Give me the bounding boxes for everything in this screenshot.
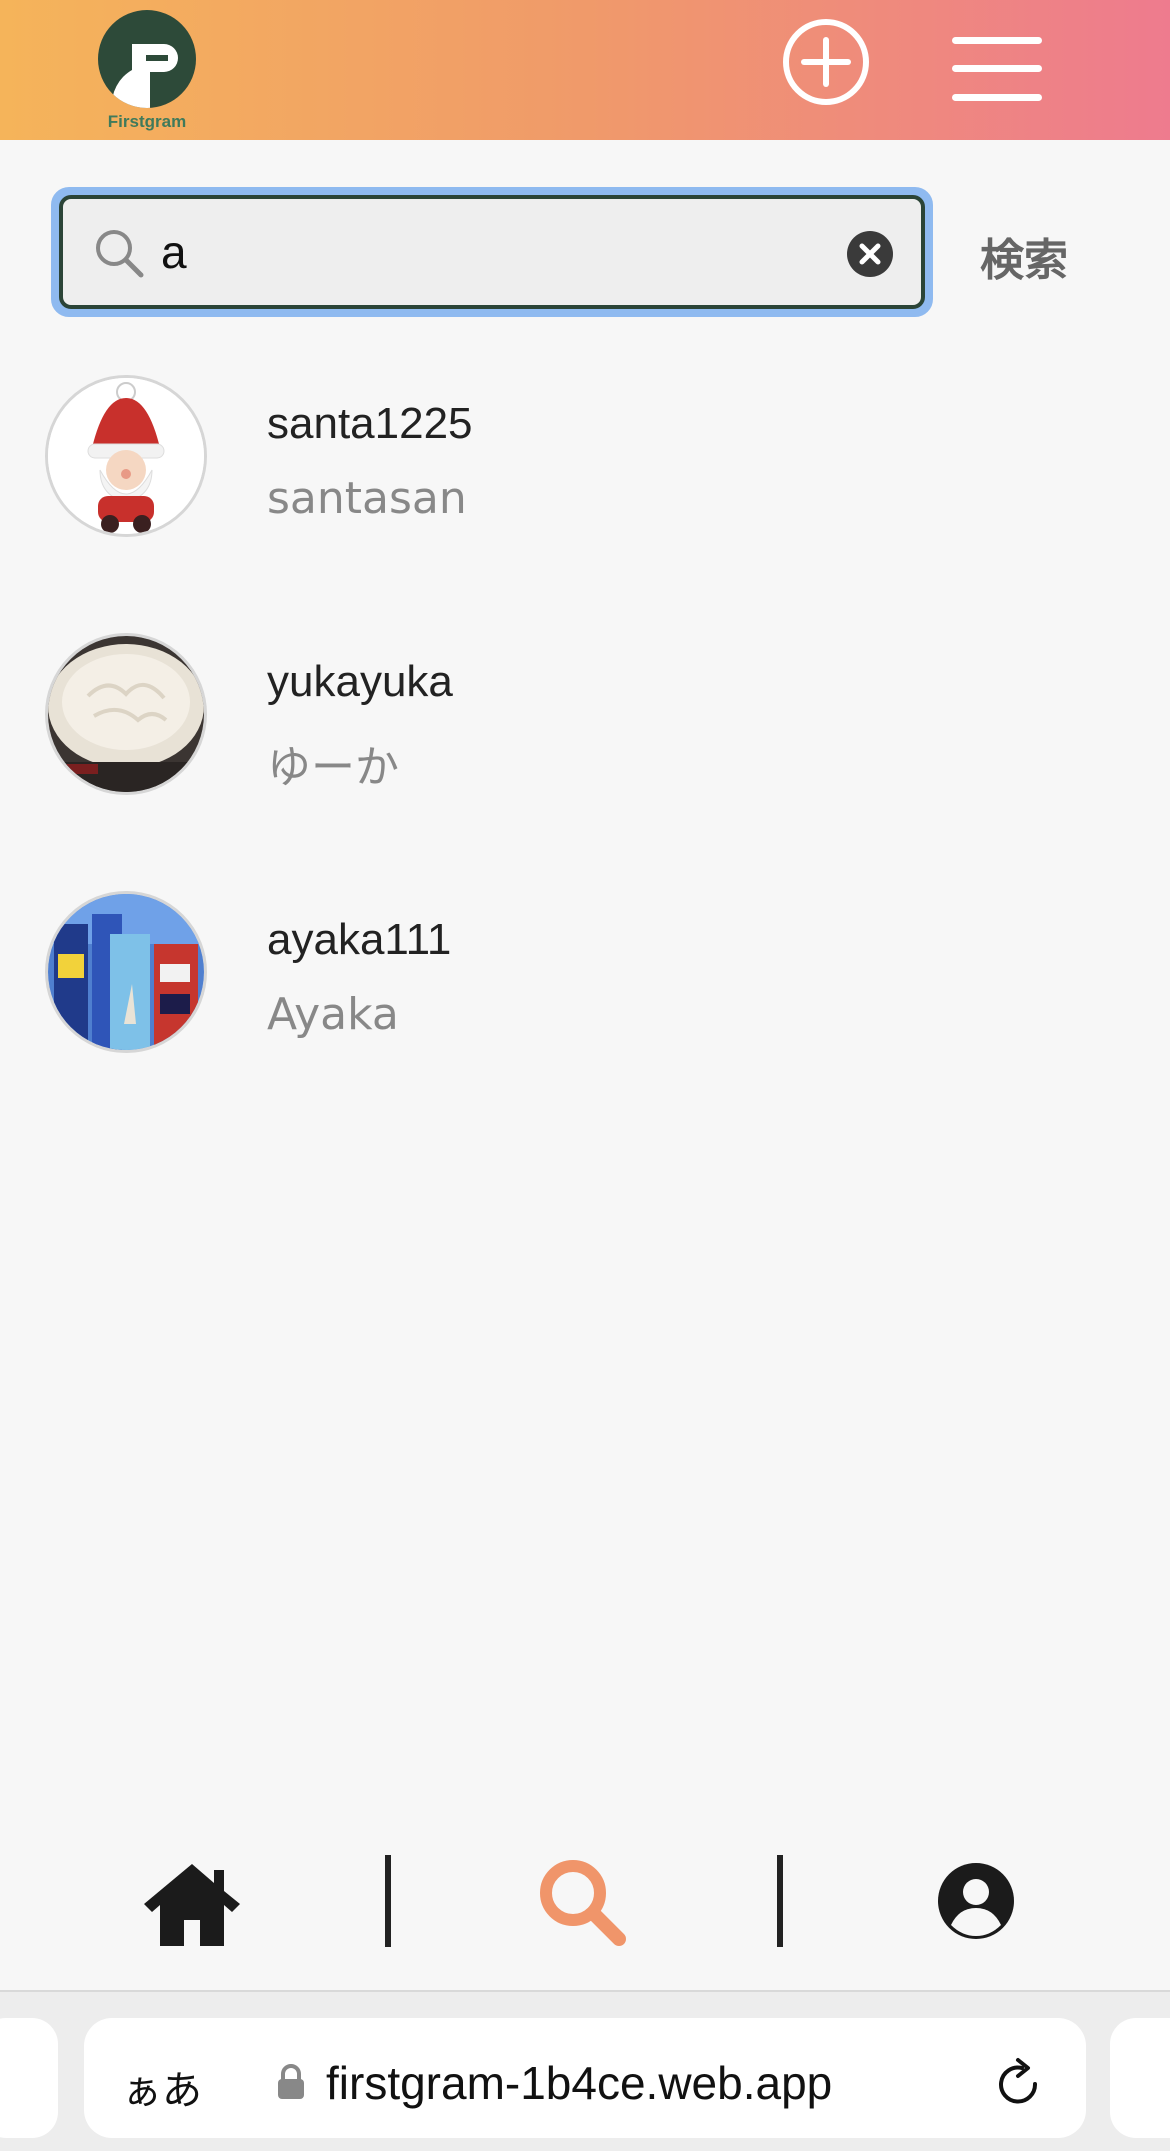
lock-icon	[278, 2064, 304, 2099]
nav-search-button[interactable]	[535, 1855, 630, 1950]
result-username[interactable]: yukayuka	[267, 657, 453, 707]
city-billboard-avatar	[45, 891, 207, 1053]
hamburger-menu-icon	[952, 37, 1042, 44]
text-size-button[interactable]: ぁあ	[122, 2058, 202, 2116]
santa-avatar	[45, 375, 207, 537]
result-username[interactable]: ayaka111	[267, 915, 451, 965]
list-item[interactable]: santa1225 santasan	[0, 375, 1170, 545]
whipped-cream-avatar	[45, 633, 207, 795]
profile-icon	[938, 1863, 1014, 1939]
list-item[interactable]: ayaka111 Ayaka	[0, 891, 1170, 1061]
app-header: Firstgram	[0, 0, 1170, 140]
url-field[interactable]: ぁあ firstgram-1b4ce.web.app	[84, 2018, 1086, 2138]
bottom-navigation	[0, 1840, 1170, 1990]
reload-icon[interactable]	[994, 2056, 1044, 2110]
logo-mark	[98, 10, 196, 108]
search-icon	[96, 230, 144, 278]
clear-search-button[interactable]	[847, 231, 893, 277]
nav-home-button[interactable]	[140, 1858, 244, 1948]
clear-icon	[859, 243, 881, 265]
nav-divider	[385, 1855, 391, 1947]
url-text[interactable]: firstgram-1b4ce.web.app	[326, 2056, 832, 2110]
result-display-name: Ayaka	[267, 989, 399, 1040]
search-input-value[interactable]: a	[161, 223, 187, 281]
previous-tab[interactable]	[0, 2018, 58, 2138]
search-field-focus-ring: a	[51, 187, 933, 317]
search-icon	[540, 1860, 626, 1946]
home-icon	[144, 1864, 240, 1946]
nav-divider	[777, 1855, 783, 1947]
firstgram-logo[interactable]: Firstgram	[98, 10, 196, 134]
result-display-name: ゆーか	[267, 742, 399, 793]
browser-address-bar: ぁあ firstgram-1b4ce.web.app	[0, 1990, 1170, 2151]
list-item[interactable]: yukayuka ゆーか	[0, 633, 1170, 803]
nav-profile-button[interactable]	[937, 1862, 1015, 1940]
plus-circle-icon	[783, 19, 869, 105]
search-input[interactable]: a	[59, 195, 925, 309]
menu-button[interactable]	[952, 34, 1042, 104]
add-post-button[interactable]	[782, 18, 870, 106]
result-username[interactable]: santa1225	[267, 399, 473, 449]
result-display-name: santasan	[267, 473, 467, 524]
next-tab[interactable]	[1110, 2018, 1170, 2138]
search-submit-button[interactable]: 検索	[980, 224, 1068, 288]
logo-text: Firstgram	[107, 112, 187, 131]
